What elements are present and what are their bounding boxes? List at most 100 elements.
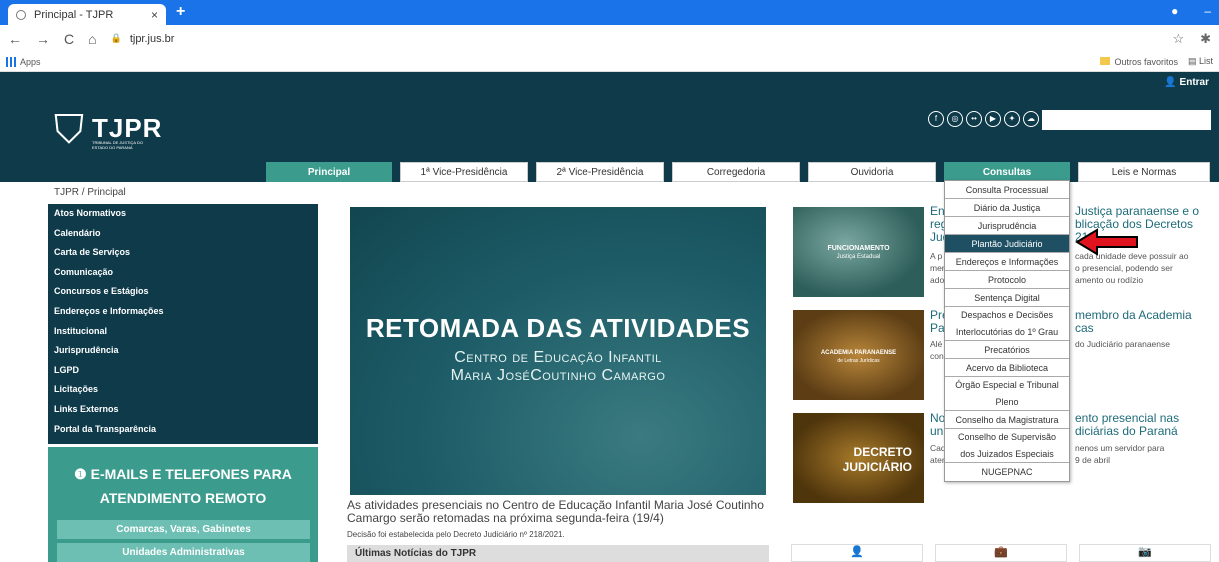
info-icon: ❶ [74, 466, 87, 482]
news-thumb-1[interactable]: FUNCIONAMENTO Justiça Estadual [793, 207, 924, 297]
facebook-icon[interactable]: f [928, 111, 944, 127]
sidebar-item-institucional[interactable]: Institucional [48, 322, 318, 342]
reading-list[interactable]: ▤ List [1188, 56, 1213, 67]
tjpr-logo-icon[interactable]: ⛉ [52, 104, 86, 156]
flickr-icon[interactable]: •• [966, 111, 982, 127]
reload-icon[interactable]: C [64, 31, 74, 47]
news-2-title-right-2[interactable]: cas [1075, 322, 1094, 335]
emails-title-line2: ATENDIMENTO REMOTO [99, 490, 267, 506]
unidades-button[interactable]: Unidades Administrativas [57, 543, 310, 562]
nav-1-vice-presidencia[interactable]: 1ª Vice-Presidência [400, 162, 528, 182]
sidebar-item-links-externos[interactable]: Links Externos [48, 400, 318, 420]
sidebar-item-calendario[interactable]: Calendário [48, 224, 318, 244]
tab-title: Principal - TJPR [34, 8, 114, 21]
dd-acervo-biblioteca[interactable]: Acervo da Biblioteca [945, 359, 1069, 377]
news-3-text-right-2: 9 de abril [1075, 455, 1110, 465]
emails-title-line1: E-MAILS E TELEFONES PARA [90, 466, 292, 482]
dd-jurisprudencia[interactable]: Jurisprudência [945, 217, 1069, 235]
sidebar-menu: Atos Normativos Calendário Carta de Serv… [48, 204, 318, 444]
dd-enderecos-informacoes[interactable]: Endereços e Informações [945, 253, 1069, 271]
comarcas-button[interactable]: Comarcas, Varas, Gabinetes [57, 520, 310, 539]
dd-diario-da-justica[interactable]: Diário da Justiça [945, 199, 1069, 217]
hero-title: RETOMADA DAS ATIVIDADES [365, 313, 751, 343]
nav-consultas[interactable]: Consultas [944, 162, 1070, 182]
sidebar-item-concursos[interactable]: Concursos e Estágios [48, 282, 318, 302]
sidebar-item-licitacoes[interactable]: Licitações [48, 380, 318, 400]
dd-interlocutorias[interactable]: Interlocutórias do 1º Grau [945, 324, 1069, 341]
bottom-briefcase-icon[interactable]: 💼 [935, 544, 1067, 562]
other-bookmarks[interactable]: Outros favoritos [1100, 56, 1178, 67]
bottom-camera-icon[interactable]: 📷 [1079, 544, 1211, 562]
sidebar-item-jurisprudencia[interactable]: Jurisprudência [48, 341, 318, 361]
news-2-text-left-2: con [930, 351, 944, 361]
latest-news-header: Últimas Notícias do TJPR [347, 545, 769, 562]
nav-principal[interactable]: Principal [266, 162, 392, 182]
dd-nugepnac[interactable]: NUGEPNAC [945, 463, 1069, 481]
nav-ouvidoria[interactable]: Ouvidoria [808, 162, 936, 182]
address-bar[interactable]: 🔒 tjpr.jus.br [111, 33, 175, 45]
sidebar-item-comunicacao[interactable]: Comunicação [48, 263, 318, 283]
nav-2-vice-presidencia[interactable]: 2ª Vice-Presidência [536, 162, 664, 182]
new-tab-button[interactable]: + [176, 3, 185, 21]
hero-subtitle-2: Maria JoséCoutinho Camargo [450, 367, 666, 384]
sidebar-item-transparencia[interactable]: Portal da Transparência [48, 420, 318, 440]
sidebar-item-atos-normativos[interactable]: Atos Normativos [48, 204, 318, 224]
bookmarks-bar: Apps Outros favoritos ▤ List [0, 52, 1219, 72]
folder-icon [1100, 56, 1111, 65]
dd-protocolo[interactable]: Protocolo [945, 271, 1069, 289]
back-icon[interactable]: ← [8, 31, 22, 47]
news-2-text-left: Alé [930, 339, 943, 349]
dd-conselho-magistratura[interactable]: Conselho da Magistratura [945, 411, 1069, 429]
news-thumb-2[interactable]: ACADEMIA PARANAENSE de Letras Jurídicas [793, 310, 924, 400]
nav-corregedoria[interactable]: Corregedoria [672, 162, 800, 182]
news-3-text-right: nenos um servidor para [1075, 443, 1165, 453]
star-icon[interactable]: ☆ [1172, 31, 1184, 47]
lock-icon: 🔒 [110, 33, 122, 43]
thumb-1-line2: Justiça Estadual [836, 254, 881, 260]
dd-pleno[interactable]: Pleno [945, 394, 1069, 411]
profile-icon[interactable]: ● [1171, 4, 1178, 18]
twitter-icon[interactable]: ✦ [1004, 111, 1020, 127]
breadcrumb[interactable]: TJPR / Principal [48, 184, 348, 202]
news-1-text-left: A p [930, 251, 943, 261]
news-thumb-3[interactable]: DECRETO JUDICIÁRIO [793, 413, 924, 503]
dd-precatorios[interactable]: Precatórios [945, 341, 1069, 359]
login-link[interactable]: 👤 Entrar [1164, 77, 1209, 88]
instagram-icon[interactable]: ◎ [947, 111, 963, 127]
sidebar-item-lgpd[interactable]: LGPD [48, 361, 318, 381]
dd-plantao-judiciario[interactable]: Plantão Judiciário [945, 235, 1069, 253]
dd-orgao-especial[interactable]: Órgão Especial e Tribunal [945, 377, 1069, 394]
news-1-text-left-2: mer [930, 263, 945, 273]
consultas-dropdown: Consulta Processual Diário da Justiça Ju… [944, 180, 1070, 482]
soundcloud-icon[interactable]: ☁ [1023, 111, 1039, 127]
dd-conselho-supervisao[interactable]: Conselho de Supervisão [945, 429, 1069, 446]
dd-sentenca-digital[interactable]: Sentença Digital [945, 289, 1069, 307]
news-2-title-left-2[interactable]: Pa [930, 322, 945, 335]
dd-juizados-especiais[interactable]: dos Juizados Especiais [945, 446, 1069, 463]
hero-caption[interactable]: As atividades presenciais no Centro de E… [347, 499, 767, 525]
dd-consulta-processual[interactable]: Consulta Processual [945, 181, 1069, 199]
url-text: tjpr.jus.br [129, 32, 175, 45]
apps-grid-icon [6, 56, 16, 67]
social-icons: f ◎ •• ▶ ✦ ☁ [928, 111, 1039, 127]
bottom-user-icon[interactable]: 👤 [791, 544, 923, 562]
sidebar-item-carta-de-servicos[interactable]: Carta de Serviços [48, 243, 318, 263]
forward-icon[interactable]: → [36, 31, 50, 47]
news-3-title-right-2[interactable]: diciárias do Paraná [1075, 425, 1178, 438]
thumb-3-line1: DECRETO [853, 445, 912, 459]
close-tab-icon[interactable]: × [151, 8, 158, 22]
extensions-icon[interactable]: ✱ [1200, 31, 1211, 47]
nav-leis-e-normas[interactable]: Leis e Normas [1078, 162, 1210, 182]
window-controls: ● – [1171, 4, 1211, 18]
dd-despachos-decisoes[interactable]: Despachos e Decisões [945, 307, 1069, 324]
minimize-icon[interactable]: – [1204, 4, 1211, 18]
browser-tab[interactable]: Principal - TJPR × [8, 4, 166, 25]
site-search-input[interactable] [1042, 110, 1211, 130]
youtube-icon[interactable]: ▶ [985, 111, 1001, 127]
apps-bookmark[interactable]: Apps [6, 56, 41, 67]
home-icon[interactable]: ⌂ [88, 31, 96, 47]
news-2-text-right: do Judiciário paranaense [1075, 339, 1170, 349]
emails-title: ❶ E-MAILS E TELEFONES PARA ATENDIMENTO R… [48, 462, 318, 510]
sidebar-item-enderecos[interactable]: Endereços e Informações [48, 302, 318, 322]
reading-list-label: List [1198, 56, 1213, 66]
